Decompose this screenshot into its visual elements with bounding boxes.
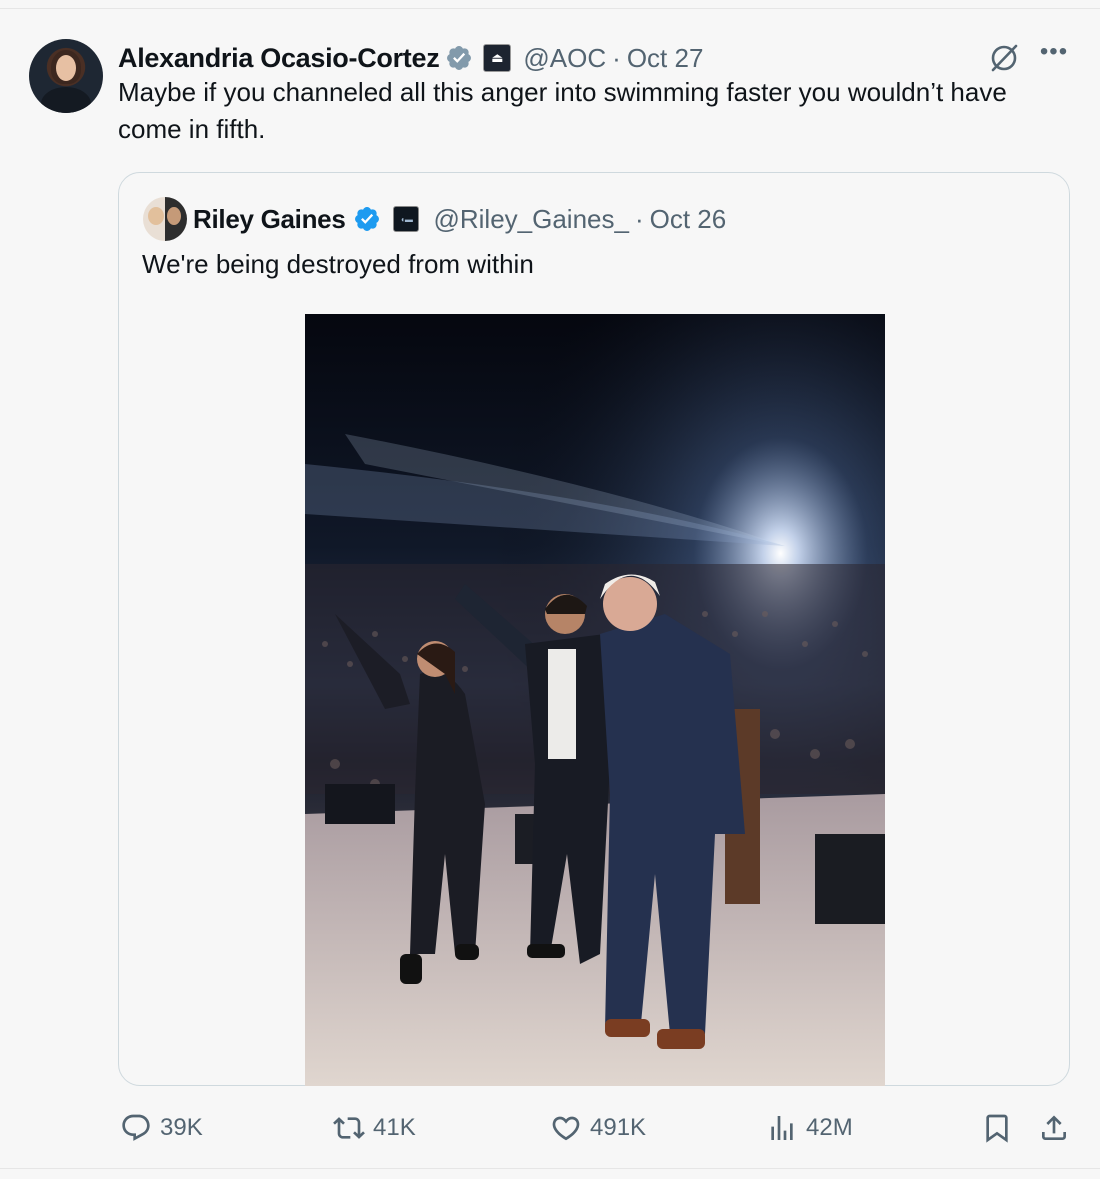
affiliate-badge-icon[interactable]: ◖▬ — [393, 206, 420, 232]
repost-count: 41K — [373, 1114, 416, 1141]
separator: · — [612, 42, 621, 73]
verified-badge-icon — [355, 207, 380, 231]
quoted-author-handle[interactable]: @Riley_Gaines_ — [433, 204, 628, 235]
verified-badge-icon — [447, 46, 472, 70]
repost-icon — [333, 1117, 365, 1139]
heart-icon — [552, 1116, 580, 1141]
views-icon — [771, 1116, 793, 1140]
quoted-tweet-date[interactable]: Oct 26 — [650, 204, 727, 235]
author-handle[interactable]: @AOC — [523, 43, 606, 74]
share-icon — [1042, 1115, 1066, 1140]
divider — [0, 1168, 1100, 1169]
reply-button[interactable]: 39K — [120, 1104, 203, 1152]
tweet[interactable]: Alexandria Ocasio-Cortez ⏏ @AOC · Oct 27… — [0, 8, 1100, 1169]
repost-button[interactable]: 41K — [333, 1104, 416, 1152]
author-name[interactable]: Alexandria Ocasio-Cortez — [118, 43, 440, 74]
bookmark-button[interactable] — [981, 1104, 1021, 1152]
reply-icon — [122, 1114, 150, 1141]
divider — [0, 8, 1100, 9]
share-button[interactable] — [1038, 1104, 1078, 1152]
quoted-tweet-text: We're being destroyed from within — [142, 249, 534, 279]
grok-icon[interactable] — [988, 42, 1020, 74]
like-button[interactable]: 491K — [550, 1104, 646, 1152]
tweet-text: Maybe if you channeled all this anger in… — [118, 77, 1007, 144]
tweet-actions: 39K 41K 491K 42M — [0, 1104, 1100, 1152]
views-button[interactable]: 42M — [766, 1104, 853, 1152]
quoted-tweet-header: Riley Gaines ◖▬ @Riley_Gaines_ · Oct 26 — [193, 199, 726, 239]
quoted-tweet-photo[interactable] — [305, 314, 885, 1086]
separator: · — [634, 203, 644, 234]
bookmark-icon — [986, 1114, 1008, 1143]
reply-count: 39K — [160, 1114, 203, 1141]
views-count: 42M — [806, 1114, 853, 1141]
like-count: 491K — [590, 1114, 647, 1141]
more-options-icon[interactable]: ••• — [1038, 38, 1070, 66]
tweet-header: Alexandria Ocasio-Cortez ⏏ @AOC · Oct 27 — [118, 38, 703, 78]
quoted-author-name[interactable]: Riley Gaines — [193, 204, 346, 235]
quoted-author-avatar[interactable] — [143, 197, 187, 241]
government-affiliate-icon[interactable]: ⏏ — [483, 44, 512, 72]
quoted-tweet[interactable]: Riley Gaines ◖▬ @Riley_Gaines_ · Oct 26 … — [118, 172, 1070, 1086]
author-avatar[interactable] — [29, 39, 103, 113]
tweet-date[interactable]: Oct 27 — [627, 43, 704, 74]
